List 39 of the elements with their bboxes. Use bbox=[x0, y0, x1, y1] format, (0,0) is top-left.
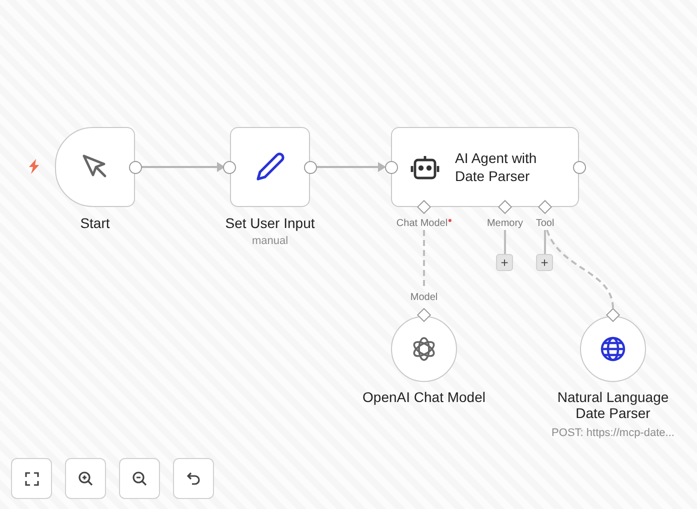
connection-arrow bbox=[316, 162, 386, 172]
port-label: Chat Model bbox=[396, 217, 448, 231]
node-title: Set User Input bbox=[224, 214, 316, 233]
node-title: OpenAI Chat Model bbox=[362, 389, 486, 405]
connector-line bbox=[544, 230, 546, 254]
connector-line bbox=[504, 230, 506, 254]
node-card[interactable] bbox=[580, 316, 646, 382]
zoom-out-button[interactable] bbox=[119, 458, 160, 499]
undo-button[interactable] bbox=[173, 458, 214, 499]
port-label: Tool bbox=[536, 217, 554, 231]
node-card[interactable] bbox=[55, 127, 135, 207]
lightning-icon bbox=[28, 159, 41, 174]
globe-icon bbox=[599, 335, 627, 363]
port-label: Model bbox=[409, 291, 439, 305]
node-title: Natural Language Date Parser bbox=[556, 389, 670, 421]
zoom-in-button[interactable] bbox=[65, 458, 106, 499]
node-subtitle: POST: https://mcp-date... bbox=[550, 426, 676, 441]
output-handle[interactable] bbox=[304, 161, 317, 174]
port-label: Memory bbox=[486, 217, 524, 231]
fit-view-icon bbox=[24, 472, 38, 486]
add-button[interactable]: + bbox=[496, 254, 513, 271]
node-title: AI Agent with Date Parser bbox=[455, 149, 538, 185]
robot-icon bbox=[410, 153, 440, 181]
node-title: Start bbox=[79, 214, 111, 233]
node-card[interactable]: AI Agent with Date Parser bbox=[391, 127, 579, 207]
node-card[interactable] bbox=[230, 127, 310, 207]
pencil-icon bbox=[254, 151, 286, 183]
input-handle[interactable] bbox=[385, 161, 398, 174]
output-handle[interactable] bbox=[129, 161, 142, 174]
input-handle[interactable] bbox=[223, 161, 236, 174]
fit-view-button[interactable] bbox=[11, 458, 52, 499]
output-handle[interactable] bbox=[573, 161, 586, 174]
connection-line bbox=[423, 230, 425, 289]
zoom-out-icon bbox=[132, 471, 147, 486]
zoom-in-icon bbox=[78, 471, 93, 486]
undo-icon bbox=[186, 472, 200, 486]
node-subtitle: manual bbox=[250, 234, 290, 249]
node-card[interactable] bbox=[391, 316, 457, 382]
add-button[interactable]: + bbox=[536, 254, 553, 271]
